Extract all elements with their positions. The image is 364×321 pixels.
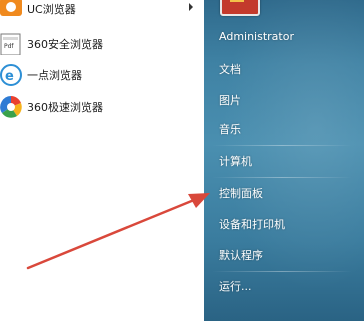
annotation-arrow-icon: [26, 193, 210, 270]
